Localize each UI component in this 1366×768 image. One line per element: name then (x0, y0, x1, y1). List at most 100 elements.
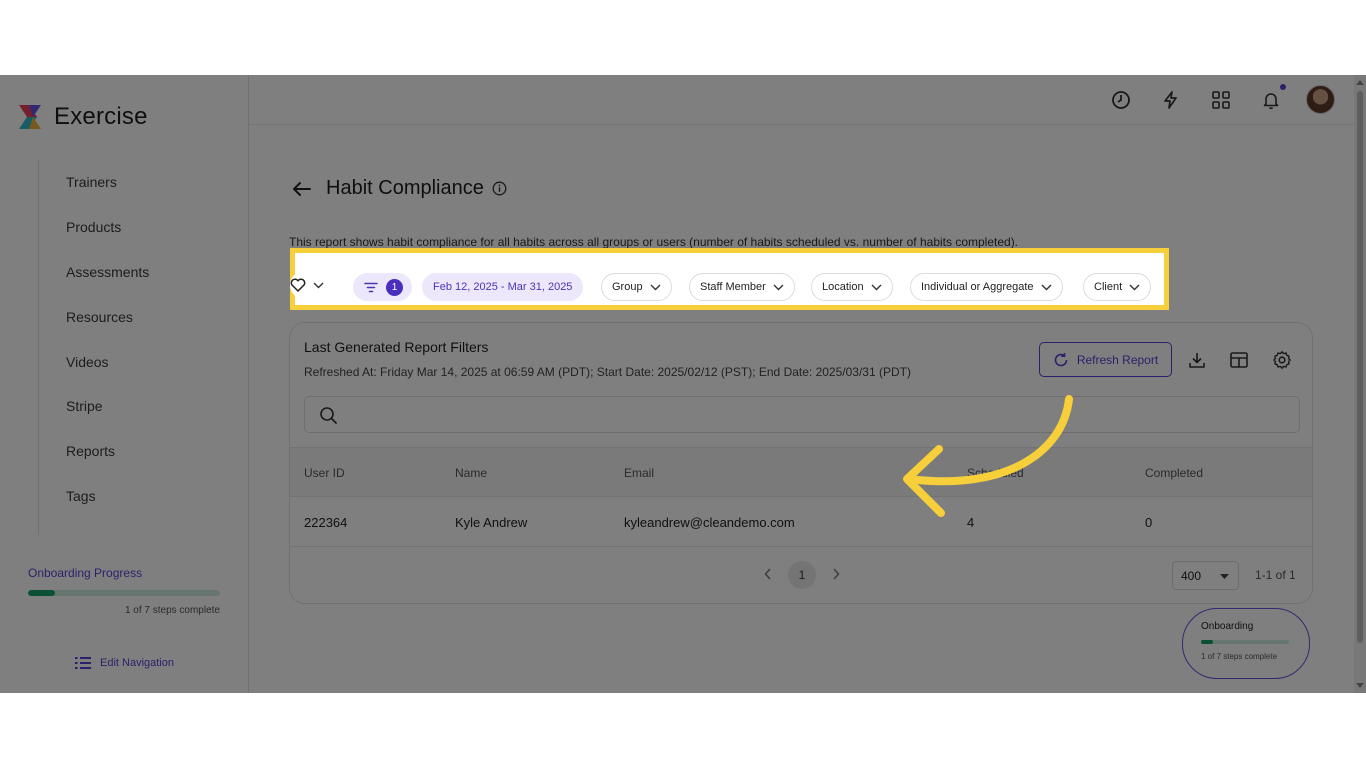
page-title: Habit Compliance (326, 177, 484, 199)
sidebar-nav: Trainers Products Assessments Resources … (38, 160, 238, 535)
table-row[interactable]: 222364 Kyle Andrew kyleandrew@cleandemo.… (290, 497, 1312, 547)
column-header-email[interactable]: Email (624, 466, 654, 480)
chevron-left-icon[interactable] (764, 568, 772, 580)
onboarding-title: Onboarding Progress (28, 566, 143, 580)
notification-dot (1280, 84, 1286, 90)
filter-count-button[interactable]: 1 (353, 273, 412, 301)
chevron-down-icon (313, 282, 324, 288)
caret-down-icon (1220, 574, 1229, 579)
search-input[interactable] (304, 396, 1300, 433)
clock-icon[interactable] (1110, 89, 1132, 111)
date-range-picker[interactable]: Feb 12, 2025 - Mar 31, 2025 (422, 273, 584, 301)
chevron-down-icon (650, 284, 661, 290)
group-dropdown[interactable]: Group (601, 273, 672, 301)
pagination-range: 1-1 of 1 (1255, 568, 1296, 582)
sidebar-item-label: Resources (66, 308, 133, 325)
page-header: Habit Compliance (292, 177, 507, 200)
pagination: 1 400 1-1 of 1 (290, 547, 1312, 603)
list-icon (75, 657, 91, 669)
chevron-down-icon (871, 284, 882, 290)
sidebar-item-stripe[interactable]: Stripe (39, 384, 238, 429)
location-label: Location (822, 281, 864, 293)
scroll-down-arrow-icon[interactable] (1356, 683, 1364, 688)
individual-or-aggregate-label: Individual or Aggregate (921, 281, 1034, 293)
page-button-current[interactable]: 1 (788, 561, 816, 589)
info-icon[interactable] (492, 181, 507, 196)
chevron-right-icon[interactable] (832, 568, 840, 580)
app-frame: Exercise Trainers Products Assessments R… (0, 75, 1366, 693)
sidebar-item-label: Tags (66, 487, 96, 504)
scroll-up-arrow-icon[interactable] (1356, 80, 1364, 85)
top-bar (249, 75, 1354, 125)
column-header-scheduled[interactable]: Scheduled (967, 466, 1024, 480)
sidebar-item-label: Products (66, 219, 122, 236)
location-dropdown[interactable]: Location (811, 273, 893, 301)
edit-navigation-button[interactable]: Edit Navigation (75, 656, 174, 670)
table-header: User ID Name Email Scheduled Completed (290, 447, 1312, 497)
sidebar-item-trainers[interactable]: Trainers (39, 160, 238, 205)
report-description: This report shows habit compliance for a… (289, 235, 1019, 249)
sidebar-item-resources[interactable]: Resources (39, 294, 238, 339)
bell-icon[interactable] (1260, 89, 1282, 111)
onboarding-widget-progress-bar (1201, 640, 1289, 644)
sidebar: Exercise Trainers Products Assessments R… (0, 75, 249, 693)
filter-count-badge: 1 (386, 278, 403, 296)
rows-per-page-select[interactable]: 400 (1172, 561, 1239, 590)
heart-icon (290, 278, 306, 292)
individual-or-aggregate-dropdown[interactable]: Individual or Aggregate (910, 273, 1063, 301)
cell-email: kyleandrew@cleandemo.com (624, 515, 795, 530)
back-arrow-icon[interactable] (292, 181, 312, 197)
onboarding-progress-bar (28, 590, 220, 596)
client-dropdown[interactable]: Client (1083, 273, 1152, 301)
refresh-report-label: Refresh Report (1076, 352, 1159, 367)
search-icon (320, 407, 337, 424)
download-icon[interactable] (1187, 350, 1207, 370)
refresh-report-button[interactable]: Refresh Report (1039, 342, 1172, 377)
column-header-user-id[interactable]: User ID (304, 466, 345, 480)
cell-name: Kyle Andrew (455, 515, 528, 530)
column-header-completed[interactable]: Completed (1145, 466, 1203, 480)
chevron-down-icon (773, 284, 784, 290)
filter-bar-spotlight: 1 Feb 12, 2025 - Mar 31, 2025 Group Staf… (290, 248, 1169, 310)
sidebar-item-label: Reports (66, 443, 116, 460)
onboarding-widget[interactable]: Onboarding 1 of 7 steps complete (1182, 608, 1310, 679)
chevron-down-icon (1041, 284, 1052, 290)
edit-navigation-label: Edit Navigation (100, 657, 174, 669)
column-header-name[interactable]: Name (455, 466, 487, 480)
onboarding-widget-title: Onboarding (1201, 621, 1254, 632)
lightning-icon[interactable] (1160, 89, 1182, 111)
staff-member-dropdown[interactable]: Staff Member (689, 273, 795, 301)
sidebar-item-tags[interactable]: Tags (39, 474, 238, 519)
logo[interactable]: Exercise (17, 103, 148, 131)
rows-per-page-value: 400 (1181, 568, 1202, 583)
report-card: Last Generated Report Filters Refreshed … (289, 322, 1313, 604)
sidebar-item-videos[interactable]: Videos (39, 339, 238, 384)
sidebar-item-assessments[interactable]: Assessments (39, 250, 238, 295)
onboarding-widget-progress-fill (1201, 640, 1214, 644)
report-refresh-info: Refreshed At: Friday Mar 14, 2025 at 06:… (304, 365, 911, 379)
sidebar-item-label: Stripe (66, 398, 103, 415)
report-card-title: Last Generated Report Filters (304, 339, 489, 355)
group-label: Group (612, 281, 643, 293)
grid-icon[interactable] (1210, 89, 1232, 111)
sidebar-item-products[interactable]: Products (39, 205, 238, 250)
scrollbar-thumb[interactable] (1357, 91, 1363, 643)
staff-member-label: Staff Member (700, 281, 766, 293)
gear-icon[interactable] (1272, 350, 1292, 370)
table-columns-icon[interactable] (1229, 350, 1249, 370)
client-label: Client (1094, 281, 1123, 293)
filter-icon (364, 282, 378, 292)
refresh-icon (1054, 352, 1068, 366)
scrollbar[interactable] (1354, 75, 1366, 693)
sidebar-item-reports[interactable]: Reports (39, 429, 238, 474)
onboarding-progress[interactable]: Onboarding Progress 1 of 7 steps complet… (28, 566, 220, 616)
cell-user-id: 222364 (304, 515, 348, 530)
favorites-dropdown[interactable] (290, 271, 334, 299)
onboarding-progress-fill (28, 590, 55, 596)
sidebar-item-label: Trainers (66, 174, 117, 191)
avatar[interactable] (1306, 85, 1335, 114)
logo-icon (17, 103, 44, 131)
onboarding-widget-steps: 1 of 7 steps complete (1201, 652, 1278, 661)
sidebar-item-label: Assessments (66, 263, 150, 280)
cell-completed: 0 (1145, 515, 1153, 530)
